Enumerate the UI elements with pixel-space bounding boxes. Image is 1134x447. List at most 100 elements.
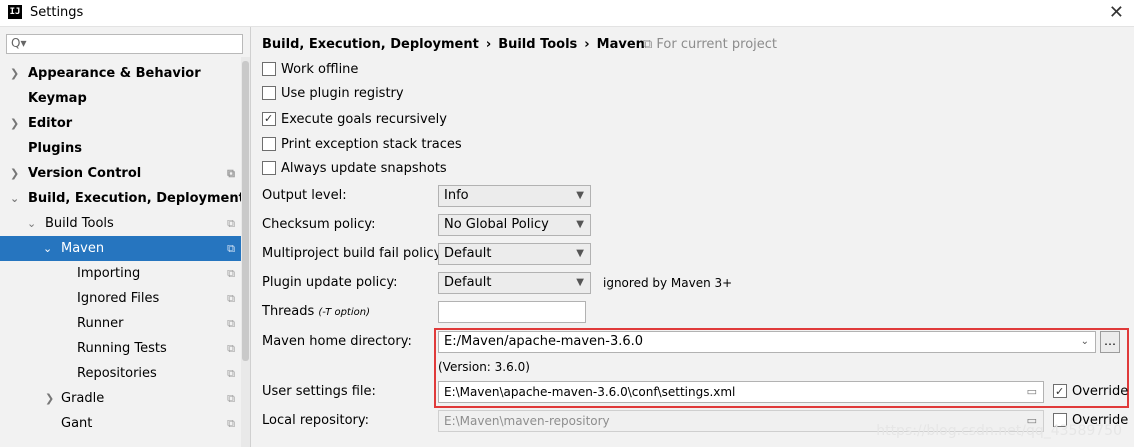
threads-label-text: Threads	[262, 304, 315, 319]
option-label: Execute goals recursively	[281, 112, 447, 127]
work-offline-checkbox[interactable]	[262, 61, 276, 76]
title-bar: IJ Settings ✕	[0, 0, 1134, 27]
tree-item-label: Version Control	[28, 166, 142, 181]
project-scope-icon: ⧉	[227, 292, 235, 305]
tree-item-version-control[interactable]: ❯ Version Control ⧉	[0, 161, 241, 186]
tree-item-label: Running Tests	[77, 341, 167, 356]
tree-item-gant[interactable]: Gant ⧉	[0, 411, 241, 436]
breadcrumb-separator: ›	[584, 37, 590, 52]
tree-item-label: Gradle	[61, 391, 105, 406]
select-value: No Global Policy	[444, 217, 549, 232]
checksum-policy-label: Checksum policy:	[262, 217, 376, 232]
tree-item-repositories[interactable]: Repositories ⧉	[0, 361, 241, 386]
threads-input[interactable]	[438, 301, 586, 323]
plugin-registry-option[interactable]: Use plugin registry	[262, 84, 404, 104]
plugin-update-label: Plugin update policy:	[262, 275, 398, 290]
project-scope-icon: ⧉	[227, 267, 235, 280]
chevron-down-icon[interactable]: ⌄	[43, 236, 52, 261]
search-input[interactable]: Q▾	[6, 34, 243, 54]
tree-item-maven[interactable]: ⌄ Maven ⧉	[0, 236, 241, 261]
project-scope-icon: ⧉	[227, 217, 235, 230]
always-update-option[interactable]: Always update snapshots	[262, 159, 447, 179]
tree-item-label: Appearance & Behavior	[28, 66, 201, 81]
threads-label: Threads (-T option)	[262, 301, 370, 323]
tree-item-label: Repositories	[77, 366, 157, 381]
tree-item-importing[interactable]: Importing ⧉	[0, 261, 241, 286]
folder-icon[interactable]: ▭	[1027, 382, 1037, 402]
scrollbar-thumb[interactable]	[242, 61, 249, 361]
option-label: Print exception stack traces	[281, 137, 462, 152]
tree-item-plugins[interactable]: Plugins	[0, 136, 241, 161]
settings-sidebar: Q▾ ❯ Appearance & Behavior Keymap ❯ Edit…	[0, 27, 251, 447]
chevron-down-icon: ▼	[576, 219, 584, 230]
chevron-down-icon: ▼	[576, 277, 584, 288]
chevron-down-icon: ▼	[576, 190, 584, 201]
breadcrumb-item: Maven	[596, 37, 645, 52]
chevron-down-icon[interactable]: ⌄	[10, 186, 19, 211]
print-exception-option[interactable]: Print exception stack traces	[262, 135, 462, 155]
sidebar-scrollbar[interactable]	[241, 57, 250, 447]
tree-item-label: Runner	[77, 316, 124, 331]
tree-item-keymap[interactable]: Keymap	[0, 86, 241, 111]
watermark: https://blog.csdn.net/qq_43589750	[876, 423, 1122, 439]
tree-item-running-tests[interactable]: Running Tests ⧉	[0, 336, 241, 361]
user-settings-input[interactable]: E:\Maven\apache-maven-3.6.0\conf\setting…	[438, 381, 1044, 403]
project-scope-icon: ⧉	[227, 392, 235, 405]
chevron-down-icon[interactable]: ⌄	[1081, 332, 1089, 352]
tree-item-label: Build, Execution, Deployment	[28, 191, 245, 206]
execute-goals-checkbox[interactable]	[262, 109, 276, 129]
tree-item-build-execution[interactable]: ⌄ Build, Execution, Deployment	[0, 186, 245, 211]
breadcrumb-item: Build, Execution, Deployment	[262, 37, 479, 52]
tree-item-gradle[interactable]: ❯ Gradle ⧉	[0, 386, 241, 411]
maven-home-combo[interactable]: E:/Maven/apache-maven-3.6.0 ⌄	[438, 331, 1096, 353]
plugin-registry-checkbox[interactable]	[262, 85, 276, 100]
option-label: Use plugin registry	[281, 86, 404, 101]
chevron-down-icon[interactable]: ⌄	[27, 211, 36, 236]
tree-item-label: Editor	[28, 116, 73, 131]
option-label: Always update snapshots	[281, 161, 447, 176]
tree-item-label: Gant	[61, 416, 93, 431]
chevron-right-icon[interactable]: ❯	[10, 61, 19, 86]
always-update-checkbox[interactable]	[262, 160, 276, 175]
breadcrumb: Build, Execution, Deployment › Build Tools…	[262, 37, 645, 52]
maven-version: (Version: 3.6.0)	[438, 360, 530, 374]
scope-indicator: ⧉ For current project	[643, 37, 777, 52]
maven-settings-panel: Build, Execution, Deployment › Build Tools…	[251, 27, 1134, 447]
threads-hint: (-T option)	[318, 307, 370, 318]
print-exception-checkbox[interactable]	[262, 136, 276, 151]
scope-label: For current project	[656, 37, 778, 52]
execute-goals-option[interactable]: Execute goals recursively	[262, 109, 447, 130]
tree-item-label: Keymap	[28, 91, 87, 106]
user-settings-override[interactable]: Override	[1053, 381, 1128, 403]
project-scope-icon: ⧉	[643, 37, 657, 52]
chevron-right-icon[interactable]: ❯	[10, 161, 19, 186]
override-checkbox[interactable]	[1053, 381, 1067, 403]
select-value: Default	[444, 246, 492, 261]
maven-home-value: E:/Maven/apache-maven-3.6.0	[444, 334, 644, 349]
tree-item-editor[interactable]: ❯ Editor	[0, 111, 241, 136]
tree-item-ignored-files[interactable]: Ignored Files ⧉	[0, 286, 241, 311]
project-scope-icon: ⧉	[227, 367, 235, 380]
user-settings-label: User settings file:	[262, 384, 376, 399]
tree-item-label: Maven	[61, 241, 105, 256]
chevron-right-icon[interactable]: ❯	[10, 111, 19, 136]
multiproject-fail-label: Multiproject build fail policy:	[262, 246, 445, 261]
select-value: Info	[444, 188, 469, 203]
checksum-policy-select[interactable]: No Global Policy ▼	[438, 214, 591, 236]
close-icon[interactable]: ✕	[1109, 2, 1124, 23]
browse-button[interactable]: …	[1100, 331, 1120, 353]
plugin-update-note: ignored by Maven 3+	[603, 276, 733, 290]
multiproject-fail-select[interactable]: Default ▼	[438, 243, 591, 265]
tree-item-build-tools[interactable]: ⌄ Build Tools ⧉	[0, 211, 241, 236]
window-title: Settings	[30, 5, 84, 20]
output-level-select[interactable]: Info ▼	[438, 185, 591, 207]
chevron-right-icon[interactable]: ❯	[45, 386, 54, 411]
plugin-update-select[interactable]: Default ▼	[438, 272, 591, 294]
tree-item-appearance[interactable]: ❯ Appearance & Behavior	[0, 61, 241, 86]
local-repo-label: Local repository:	[262, 413, 369, 428]
work-offline-option[interactable]: Work offline	[262, 60, 358, 80]
tree-item-label: Build Tools	[45, 216, 114, 231]
project-scope-icon: ⧉	[227, 167, 235, 180]
tree-item-label: Plugins	[28, 141, 82, 156]
tree-item-runner[interactable]: Runner ⧉	[0, 311, 241, 336]
